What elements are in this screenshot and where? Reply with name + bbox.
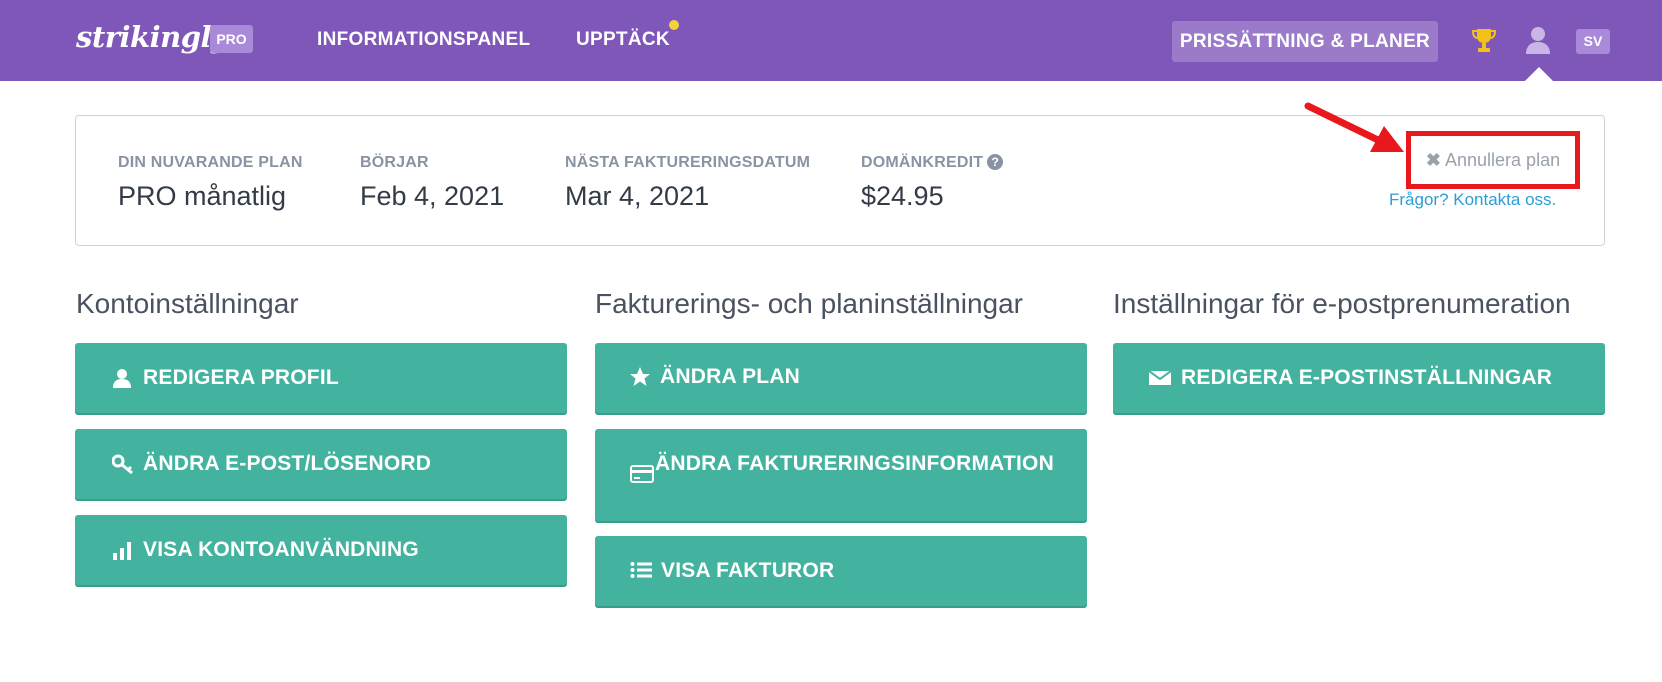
change-billing-info-label: ÄNDRA FAKTURERINGSINFORMATION xyxy=(655,452,1054,475)
user-icon[interactable] xyxy=(1524,25,1552,55)
plan-next-value: Mar 4, 2021 xyxy=(565,181,710,211)
help-icon[interactable]: ? xyxy=(987,154,1004,170)
pricing-plans-button[interactable]: PRISSÄTTNING & PLANER xyxy=(1172,21,1438,62)
star-icon xyxy=(630,367,650,386)
cancel-plan-button[interactable]: ✖ Annullera plan xyxy=(1406,131,1580,189)
plan-next-label: NÄSTA FAKTURERINGSDATUM xyxy=(565,154,811,171)
edit-email-settings-button[interactable]: REDIGERA E-POSTINSTÄLLNINGAR xyxy=(1113,343,1605,413)
pro-badge: PRO xyxy=(210,25,253,53)
view-invoices-button[interactable]: VISA FAKTUROR xyxy=(595,536,1087,606)
close-icon: ✖ xyxy=(1425,150,1441,170)
trophy-icon[interactable] xyxy=(1470,26,1498,54)
nav-link-dashboard[interactable]: INFORMATIONSPANEL xyxy=(317,29,530,51)
view-invoices-label: VISA FAKTUROR xyxy=(661,559,835,582)
list-icon xyxy=(630,562,652,578)
annotation-arrow xyxy=(1304,102,1404,152)
change-email-password-button[interactable]: ÄNDRA E-POST/LÖSENORD xyxy=(75,429,567,499)
notification-dot xyxy=(669,20,679,30)
change-email-password-label: ÄNDRA E-POST/LÖSENORD xyxy=(143,452,432,475)
plan-start-label: BÖRJAR xyxy=(360,154,429,171)
credit-card-icon xyxy=(630,465,654,483)
plan-current-value: PRO månatlig xyxy=(118,181,287,211)
edit-profile-label: REDIGERA PROFIL xyxy=(143,366,339,389)
nav-link-discover[interactable]: UPPTÄCK xyxy=(576,29,670,51)
plan-start: BÖRJAR Feb 4, 2021 xyxy=(360,154,504,212)
cancel-plan-label: Annullera plan xyxy=(1445,150,1561,170)
user-icon xyxy=(113,369,131,388)
section-title-billing: Fakturerings- och planinställningar xyxy=(595,288,1023,319)
envelope-icon xyxy=(1149,371,1171,385)
plan-credit-value: $24.95 xyxy=(861,181,944,211)
top-nav: strikingly PRO INFORMATIONSPANEL UPPTÄCK… xyxy=(0,0,1662,82)
strikingly-logo[interactable]: strikingly xyxy=(76,20,228,54)
plan-current: DIN NUVARANDE PLAN PRO månatlig xyxy=(118,154,303,212)
change-plan-button[interactable]: ÄNDRA PLAN xyxy=(595,343,1087,413)
bar-chart-icon xyxy=(113,542,131,560)
section-title-email: Inställningar för e-postprenumeration xyxy=(1113,288,1571,319)
edit-email-settings-label: REDIGERA E-POSTINSTÄLLNINGAR xyxy=(1181,366,1553,389)
section-title-account: Kontoinställningar xyxy=(76,288,299,319)
dropdown-caret xyxy=(1524,67,1554,82)
key-icon xyxy=(112,454,133,474)
contact-link[interactable]: Frågor? Kontakta oss. xyxy=(1389,190,1556,210)
plan-credit-label-row: DOMÄNKREDIT? xyxy=(861,154,1004,172)
change-plan-label: ÄNDRA PLAN xyxy=(660,365,801,388)
plan-credit-label: DOMÄNKREDIT xyxy=(861,154,984,171)
plan-next-billing: NÄSTA FAKTURERINGSDATUM Mar 4, 2021 xyxy=(565,154,810,212)
edit-profile-button[interactable]: REDIGERA PROFIL xyxy=(75,343,567,413)
plan-domain-credit: DOMÄNKREDIT? $24.95 xyxy=(861,154,1004,212)
view-account-usage-button[interactable]: VISA KONTOANVÄNDNING xyxy=(75,515,567,585)
view-account-usage-label: VISA KONTOANVÄNDNING xyxy=(143,538,419,561)
language-selector[interactable]: SV xyxy=(1576,29,1610,54)
plan-current-label: DIN NUVARANDE PLAN xyxy=(118,154,303,171)
plan-start-value: Feb 4, 2021 xyxy=(360,181,505,211)
change-billing-info-button[interactable]: ÄNDRA FAKTURERINGSINFORMATION xyxy=(595,429,1087,521)
